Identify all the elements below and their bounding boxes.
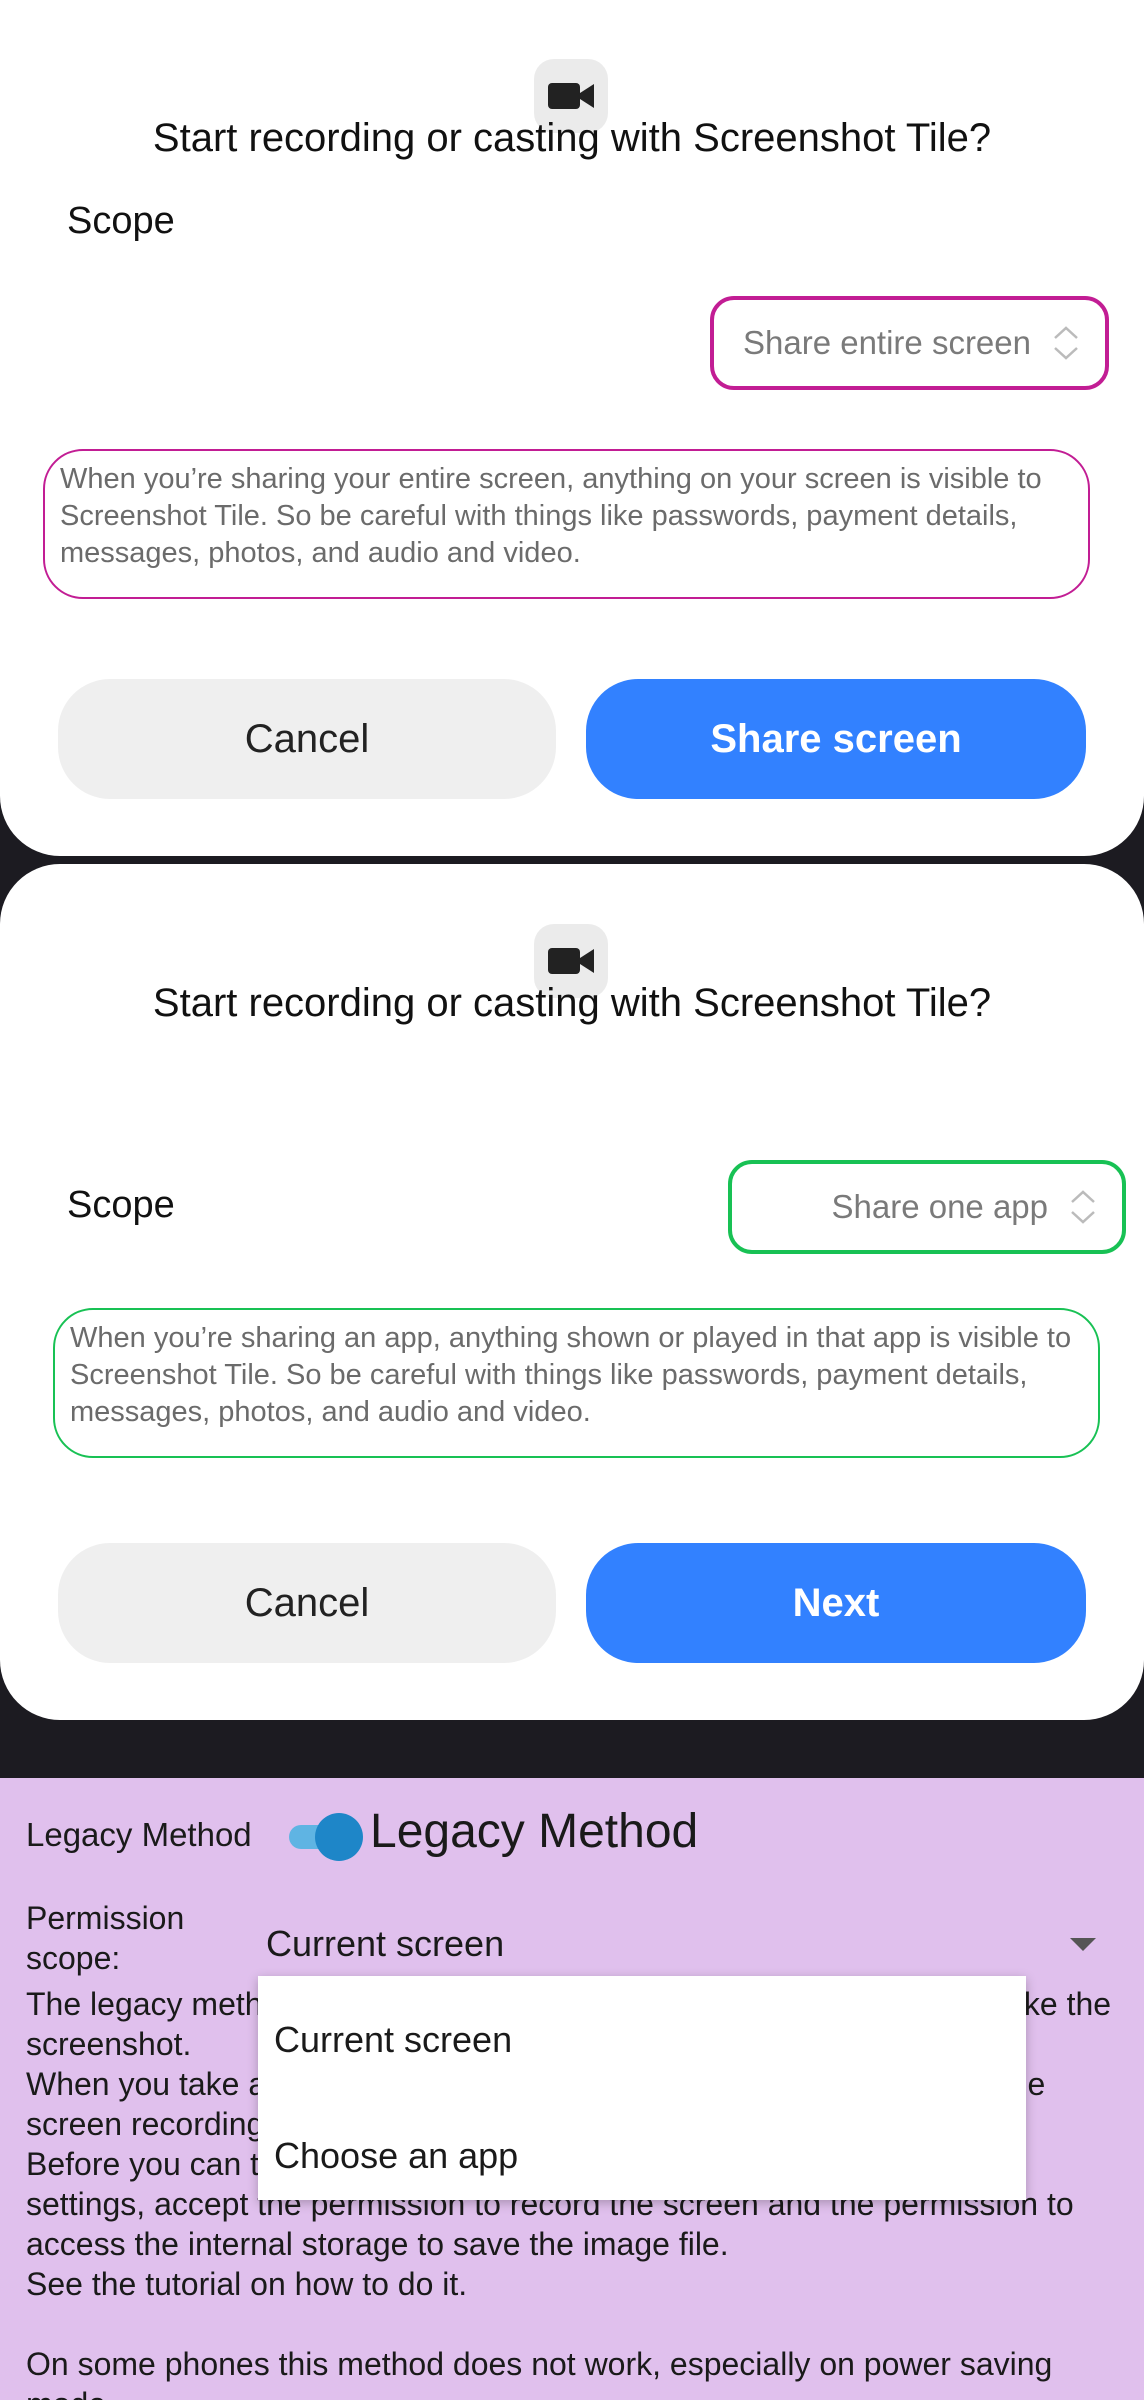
dialog-title: Start recording or casting with Screensh…	[152, 981, 992, 1025]
warning-text: When you’re sharing an app, anything sho…	[53, 1308, 1100, 1458]
share-one-app-dialog: Start recording or casting with Screensh…	[0, 864, 1144, 1720]
permission-scope-value: Current screen	[266, 1923, 505, 1964]
scope-select[interactable]: Share entire screen	[710, 296, 1109, 390]
up-down-chevron-icon	[1053, 326, 1079, 360]
scope-label: Scope	[67, 200, 175, 242]
cancel-button[interactable]: Cancel	[58, 1543, 556, 1663]
up-down-chevron-icon	[1070, 1190, 1096, 1224]
share-entire-screen-dialog: Start recording or casting with Screensh…	[0, 0, 1144, 856]
tutorial-link[interactable]: See the tutorial on how to do it.	[26, 2264, 1126, 2304]
permission-scope-label: Permission scope:	[26, 1900, 185, 1976]
dialog-title: Start recording or casting with Screensh…	[152, 116, 992, 160]
next-button[interactable]: Next	[586, 1543, 1086, 1663]
permission-scope-dropdown[interactable]: Current screen	[266, 1914, 1106, 1974]
permission-scope-menu: Current screen Choose an app	[258, 1976, 1026, 2200]
scope-select[interactable]: Share one app	[728, 1160, 1126, 1254]
legacy-method-switch[interactable]	[285, 1813, 363, 1861]
legacy-toggle-label: Legacy Method	[26, 1816, 252, 1853]
scope-select-value: Share entire screen	[743, 324, 1031, 361]
share-screen-button[interactable]: Share screen	[586, 679, 1086, 799]
menu-item-current-screen[interactable]: Current screen	[258, 1982, 1026, 2098]
menu-item-choose-app[interactable]: Choose an app	[258, 2098, 1026, 2214]
scope-select-value: Share one app	[831, 1188, 1048, 1225]
switch-thumb	[315, 1813, 363, 1861]
warning-text: When you’re sharing your entire screen, …	[43, 449, 1090, 599]
scope-label: Scope	[67, 1184, 175, 1226]
dropdown-arrow-icon	[1070, 1938, 1096, 1951]
cancel-button[interactable]: Cancel	[58, 679, 556, 799]
legacy-paragraph: On some phones this method does not work…	[26, 2346, 1053, 2400]
legacy-heading: Legacy Method	[370, 1805, 699, 1858]
